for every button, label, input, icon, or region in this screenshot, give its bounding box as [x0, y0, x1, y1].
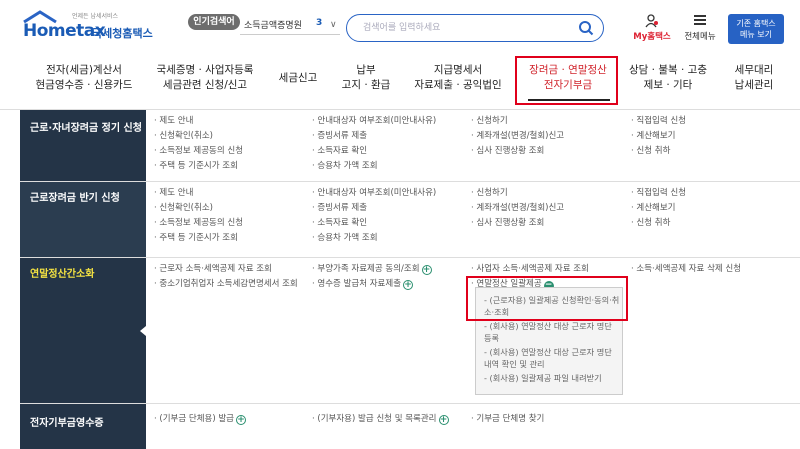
expand-plus-icon[interactable]: +: [236, 415, 247, 425]
search-icon[interactable]: [578, 20, 594, 36]
menu-column: · 안내대상자 여부조회(미안내사유) · 증빙서류 제출 · 소득자료 확인 …: [312, 186, 436, 246]
menu-column: · (기부자용) 발급 신청 및 목록관리 +: [312, 412, 449, 427]
logo-subtitle: 국세청홈택스: [92, 27, 153, 40]
submenu-link[interactable]: - (회사용) 연말정산 대상 근로자 명단 내역 확인 및 관리: [484, 346, 622, 370]
menu-link[interactable]: · 신청하기: [471, 114, 564, 129]
menu-link[interactable]: · 중소기업취업자 소득세감면명세서 조회: [154, 277, 298, 292]
menu-link[interactable]: · 심사 진행상황 조회: [471, 144, 564, 159]
menu-link[interactable]: · 증빙서류 제출: [312, 201, 436, 216]
row-heading: 연말정산간소화: [20, 258, 146, 403]
menu-link[interactable]: · 계산해보기: [631, 201, 686, 216]
menu-link[interactable]: · 안내대상자 여부조회(미안내사유): [312, 186, 436, 201]
expand-plus-icon[interactable]: +: [403, 280, 414, 290]
menu-column: · 직접입력 신청 · 계산해보기 · 신청 취하: [631, 114, 686, 159]
menu-link[interactable]: · 신청 취하: [631, 144, 686, 159]
menu-link[interactable]: · (기부자용) 발급 신청 및 목록관리 +: [312, 412, 449, 427]
legacy-menu-button[interactable]: 기존 홈택스 메뉴 보기: [728, 14, 784, 44]
popular-keyword[interactable]: 소득금액증명원: [244, 18, 302, 31]
menu-row-half-year-application: 근로장려금 반기 신청 · 제도 안내 · 신청확인(취소) · 소득정보 제공…: [20, 182, 800, 258]
expand-plus-icon[interactable]: +: [438, 415, 449, 425]
menu-link[interactable]: · 신청확인(취소): [154, 201, 243, 216]
row-heading: 근로장려금 반기 신청: [20, 182, 146, 257]
menu-column: · 제도 안내 · 신청확인(취소) · 소득정보 제공동의 신청 · 주택 등…: [154, 186, 243, 246]
menu-link[interactable]: · 근로자 소득·세액공제 자료 조회: [154, 262, 298, 277]
menu-link[interactable]: · 소득자료 확인: [312, 144, 436, 159]
menu-link[interactable]: · 직접입력 신청: [631, 186, 686, 201]
menu-column: · 근로자 소득·세액공제 자료 조회 · 중소기업취업자 소득세감면명세서 조…: [154, 262, 298, 292]
menu-link[interactable]: · 소득·세액공제 자료 삭제 신청: [631, 262, 741, 277]
menu-row-regular-application: 근로·자녀장려금 정기 신청 · 제도 안내 · 신청확인(취소) · 소득정보…: [20, 110, 800, 182]
all-menu-label: 전체메뉴: [684, 32, 716, 42]
menu-link[interactable]: · 주택 등 기준시가 조회: [154, 159, 243, 174]
menu-link[interactable]: · 신청 취하: [631, 216, 686, 231]
menu-link[interactable]: · 직접입력 신청: [631, 114, 686, 129]
submenu-link[interactable]: - (회사용) 일괄제공 파일 내려받기: [484, 372, 622, 384]
hometax-logo[interactable]: 언제든 납세서비스 Hometax 국세청홈택스: [20, 10, 155, 44]
highlight-box-gnb: [515, 56, 618, 105]
menu-column: · 신청하기 · 계좌개설(변경/철회)신고 · 심사 진행상황 조회: [471, 186, 564, 231]
menu-link[interactable]: · 사업자 소득·세액공제 자료 조회: [471, 262, 589, 277]
menu-link[interactable]: · 부양가족 자료제공 동의/조회 +: [312, 262, 432, 277]
menu-link[interactable]: · 계산해보기: [631, 129, 686, 144]
menu-link[interactable]: · 소득정보 제공동의 신청: [154, 144, 243, 159]
menu-column: · 안내대상자 여부조회(미안내사유) · 증빙서류 제출 · 소득자료 확인 …: [312, 114, 436, 174]
menu-link[interactable]: · 증빙서류 제출: [312, 129, 436, 144]
menu-column: · 기부금 단체명 찾기: [471, 412, 544, 427]
menu-link[interactable]: · (기부금 단체용) 발급 +: [154, 412, 247, 427]
all-menu-button[interactable]: 전체메뉴: [681, 13, 719, 43]
search-input[interactable]: [363, 20, 563, 36]
menu-column: · (기부금 단체용) 발급 +: [154, 412, 247, 427]
menu-link[interactable]: · 심사 진행상황 조회: [471, 216, 564, 231]
menu-link[interactable]: · 계좌개설(변경/철회)신고: [471, 129, 564, 144]
gnb-item-withholding[interactable]: 지급명세서 자료제출 · 공익법인: [408, 63, 508, 93]
row-heading: 근로·자녀장려금 정기 신청: [20, 110, 146, 181]
hamburger-icon: [694, 15, 706, 27]
chevron-down-icon[interactable]: ∨: [330, 20, 337, 30]
global-navigation: 전자(세금)계산서 현금영수증 · 신용카드 국세증명 · 사업자등록 세금관련 신…: [0, 54, 800, 110]
menu-link[interactable]: · 승용차 가액 조회: [312, 231, 436, 246]
mytax-label: My홈택스: [633, 32, 671, 42]
keyword-underline: [240, 34, 340, 35]
menu-link[interactable]: · 승용차 가액 조회: [312, 159, 436, 174]
menu-link[interactable]: · 소득정보 제공동의 신청: [154, 216, 243, 231]
expand-plus-icon[interactable]: +: [421, 265, 432, 275]
menu-column: · 제도 안내 · 신청확인(취소) · 소득정보 제공동의 신청 · 주택 등…: [154, 114, 243, 174]
menu-column: · 부양가족 자료제공 동의/조회 + · 영수증 발급처 자료제출 +: [312, 262, 432, 292]
gnb-item-einvoice[interactable]: 전자(세금)계산서 현금영수증 · 신용카드: [24, 63, 144, 93]
menu-row-year-end-simplified: 연말정산간소화 · 근로자 소득·세액공제 자료 조회 · 중소기업취업자 소득…: [20, 258, 800, 404]
menu-column: · 소득·세액공제 자료 삭제 신청: [631, 262, 741, 277]
menu-link[interactable]: · 신청하기: [471, 186, 564, 201]
gnb-item-certificate[interactable]: 국세증명 · 사업자등록 세금관련 신청/신고: [150, 63, 260, 93]
gnb-item-tax-agent[interactable]: 세무대리 납세관리: [724, 63, 784, 93]
menu-link[interactable]: · 안내대상자 여부조회(미안내사유): [312, 114, 436, 129]
submenu-panel: 근로·자녀장려금 정기 신청 · 제도 안내 · 신청확인(취소) · 소득정보…: [20, 110, 800, 449]
menu-link[interactable]: · 신청확인(취소): [154, 129, 243, 144]
submenu-link[interactable]: - (회사용) 연말정산 대상 근로자 명단 등록: [484, 320, 622, 344]
menu-link[interactable]: · 소득자료 확인: [312, 216, 436, 231]
header: 언제든 납세서비스 Hometax 국세청홈택스 인기검색어 소득금액증명원 3…: [0, 0, 800, 54]
gnb-item-payment[interactable]: 납부 고지 · 환급: [334, 63, 398, 93]
popular-keyword-rank: 3: [316, 18, 323, 28]
active-row-arrow: [140, 325, 146, 336]
user-icon: [645, 14, 658, 28]
menu-column: · 직접입력 신청 · 계산해보기 · 신청 취하: [631, 186, 686, 231]
logo-tagline: 언제든 납세서비스: [72, 13, 119, 20]
mytax-button[interactable]: My홈택스: [630, 13, 674, 43]
popular-keyword-badge: 인기검색어: [188, 14, 240, 30]
menu-column: · 신청하기 · 계좌개설(변경/철회)신고 · 심사 진행상황 조회: [471, 114, 564, 159]
menu-link[interactable]: · 제도 안내: [154, 186, 243, 201]
search-box: [346, 14, 604, 42]
menu-link[interactable]: · 영수증 발급처 자료제출 +: [312, 277, 432, 292]
highlight-box-submenu: [466, 276, 628, 321]
menu-link[interactable]: · 계좌개설(변경/철회)신고: [471, 201, 564, 216]
row-heading: 전자기부금영수증: [20, 404, 146, 449]
menu-link[interactable]: · 제도 안내: [154, 114, 243, 129]
menu-link[interactable]: · 기부금 단체명 찾기: [471, 412, 544, 427]
menu-link[interactable]: · 주택 등 기준시가 조회: [154, 231, 243, 246]
menu-row-donation-receipt: 전자기부금영수증 · (기부금 단체용) 발급 + · (기부자용) 발급 신청 …: [20, 404, 800, 449]
gnb-item-tax-return[interactable]: 세금신고: [270, 71, 326, 86]
gnb-item-consulting[interactable]: 상담 · 불복 · 고충 제보 · 기타: [626, 63, 710, 93]
